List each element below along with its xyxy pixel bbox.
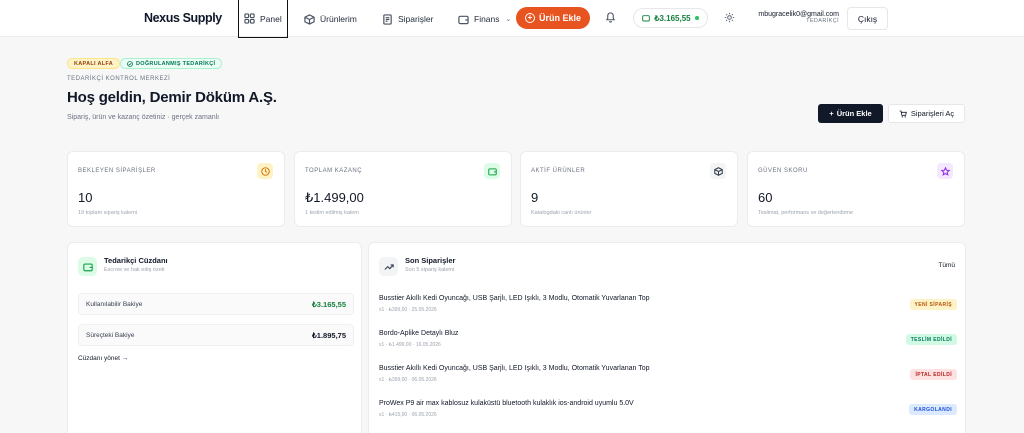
bell-icon[interactable] — [605, 11, 616, 23]
stat-value: ₺1.499,00 — [305, 190, 364, 205]
nav-panel[interactable]: Panel — [238, 0, 288, 38]
status-badge: İPTAL EDİLDİ — [910, 369, 957, 380]
orders-title: Son Siparişler — [405, 256, 456, 265]
status-badge: YENİ SİPARİŞ — [909, 299, 957, 310]
order-title: Bordo-Aplike Detaylı Bluz — [379, 330, 459, 337]
pending-label: Süreçteki Bakiye — [86, 332, 135, 339]
user-role: TEDARİKÇİ — [806, 18, 839, 24]
balance-value: ₺3.165,55 — [654, 13, 691, 23]
stat-value: 60 — [758, 190, 773, 205]
status-badge: TESLİM EDİLDİ — [905, 334, 957, 345]
hero-add-product-label: Ürün Ekle — [836, 109, 872, 118]
badge-verified-label: DOĞRULANMIŞ TEDARİKÇİ — [136, 60, 216, 67]
grid-icon — [244, 13, 255, 24]
nav-urunlerim[interactable]: Ürünlerim — [304, 0, 357, 38]
open-orders-label: Siparişleri Aç — [910, 109, 955, 118]
order-row[interactable]: Busstier Akıllı Kedi Oyuncağı, USB Şarjl… — [379, 365, 957, 395]
box-icon — [304, 13, 315, 25]
order-row[interactable]: Busstier Akıllı Kedi Oyuncağı, USB Şarjl… — [379, 295, 957, 325]
stat-hint: 19 toplam sipariş kalemi — [78, 210, 137, 216]
trending-up-icon — [379, 257, 398, 276]
order-row[interactable]: Bordo-Aplike Detaylı Bluz x1 · ₺1.499,00… — [379, 330, 957, 360]
stat-label: AKTİF ÜRÜNLER — [531, 168, 586, 174]
stat-card-active-products[interactable]: AKTİF ÜRÜNLER 9 Katalogdaki canlı ürünle… — [520, 151, 738, 227]
wallet-title: Tedarikçi Cüzdanı — [104, 256, 168, 265]
brand-logo[interactable]: Nexus Supply — [144, 11, 222, 25]
box-icon — [710, 163, 726, 179]
stat-card-total-earnings[interactable]: TOPLAM KAZANÇ ₺1.499,00 1 teslim edilmiş… — [294, 151, 512, 227]
nav-urunlerim-label: Ürünlerim — [320, 14, 357, 24]
nav-finans-label: Finans — [474, 14, 500, 24]
check-circle-icon — [127, 60, 133, 67]
stat-value: 9 — [531, 190, 539, 205]
order-meta: x1 · ₺1.499,00 · 16.05.2026 — [379, 342, 441, 348]
receipt-icon — [383, 13, 392, 25]
top-navbar: Nexus Supply Panel Ürünlerim Siparişler … — [0, 0, 1024, 38]
pending-value: ₺1.895,75 — [312, 331, 346, 340]
wallet-icon — [484, 163, 500, 179]
order-meta: x1 · ₺399,00 · 25.05.2026 — [379, 307, 437, 313]
order-title: ProWex P9 air max kablosuz kulaküstü blu… — [379, 400, 634, 407]
add-product-button[interactable]: + Ürün Ekle — [516, 7, 590, 29]
recent-orders-panel: Son Siparişler Son 5 sipariş kalemi Tümü… — [368, 242, 966, 433]
status-dot — [694, 16, 699, 20]
user-email: mbugracelik0@gmail.com — [758, 11, 839, 18]
wallet-panel: Tedarikçi Cüzdanı Escrow ve hak ediş öze… — [67, 242, 362, 433]
nav-siparisler-label: Siparişler — [398, 14, 434, 24]
hero-add-product-button[interactable]: + Ürün Ekle — [818, 104, 883, 123]
stat-value: 10 — [78, 190, 93, 205]
gear-icon[interactable] — [724, 12, 735, 23]
plus-icon: + — [829, 109, 834, 118]
stat-label: TOPLAM KAZANÇ — [305, 168, 363, 174]
nav-siparisler[interactable]: Siparişler — [382, 0, 433, 38]
wallet-icon — [458, 15, 469, 24]
stat-label: BEKLEYEN SİPARİŞLER — [78, 168, 156, 174]
page-title: Hoş geldin, Demir Döküm A.Ş. — [67, 89, 277, 106]
cart-icon — [899, 110, 907, 117]
plus-circle-icon: + — [524, 13, 535, 23]
stat-card-pending-orders[interactable]: BEKLEYEN SİPARİŞLER 10 19 toplam sipariş… — [67, 151, 285, 227]
view-all-link[interactable]: Tümü — [938, 262, 955, 269]
page-subtitle: Sipariş, ürün ve kazanç özetiniz · gerçe… — [67, 114, 220, 121]
user-info[interactable]: mbugracelik0@gmail.com TEDARİKÇİ — [752, 11, 839, 24]
order-meta: x1 · ₺399,00 · 06.05.2026 — [379, 377, 437, 383]
star-icon — [937, 163, 953, 179]
stat-label: GÜVEN SKORU — [758, 168, 808, 174]
wallet-icon — [78, 257, 97, 276]
manage-wallet-link[interactable]: Cüzdanı yönet → — [78, 355, 128, 362]
status-badge: KARGOLANDI — [909, 404, 957, 415]
badge-closed-alpha: KAPALI ALFA — [67, 58, 121, 69]
orders-subtitle: Son 5 sipariş kalemi — [405, 267, 455, 273]
stat-hint: Teslimat, performans ve değerlendirme — [758, 210, 854, 216]
eyebrow: TEDARİKÇİ KONTROL MERKEZİ — [67, 76, 171, 82]
chevron-down-icon: ⌄ — [505, 16, 512, 23]
wallet-pending-row: Süreçteki Bakiye ₺1.895,75 — [78, 324, 354, 346]
clock-icon — [257, 163, 273, 179]
wallet-subtitle: Escrow ve hak ediş özeti — [104, 267, 165, 273]
available-value: ₺3.165,55 — [312, 300, 346, 309]
nav-finans[interactable]: Finans ⌄ — [458, 0, 511, 38]
stat-hint: 1 teslim edilmiş kalem — [305, 210, 359, 216]
badge-verified: DOĞRULANMIŞ TEDARİKÇİ — [120, 58, 223, 69]
order-title: Busstier Akıllı Kedi Oyuncağı, USB Şarjl… — [379, 365, 650, 372]
open-orders-button[interactable]: Siparişleri Aç — [888, 104, 965, 123]
nav-panel-label: Panel — [260, 13, 282, 24]
stat-hint: Katalogdaki canlı ürünler — [531, 210, 592, 216]
logout-button[interactable]: Çıkış — [847, 7, 888, 30]
order-row[interactable]: ProWex P9 air max kablosuz kulaküstü blu… — [379, 400, 957, 430]
wallet-available-row: Kullanılabilir Bakiye ₺3.165,55 — [78, 293, 354, 315]
stat-card-trust-score[interactable]: GÜVEN SKORU 60 Teslimat, performans ve d… — [747, 151, 965, 227]
balance-pill[interactable]: ₺3.165,55 — [633, 8, 708, 28]
order-meta: x1 · ₺415,00 · 06.05.2026 — [379, 412, 437, 418]
available-label: Kullanılabilir Bakiye — [86, 301, 143, 308]
wallet-icon — [642, 15, 651, 22]
add-product-label: Ürün Ekle — [538, 13, 581, 23]
order-title: Busstier Akıllı Kedi Oyuncağı, USB Şarjl… — [379, 295, 650, 302]
